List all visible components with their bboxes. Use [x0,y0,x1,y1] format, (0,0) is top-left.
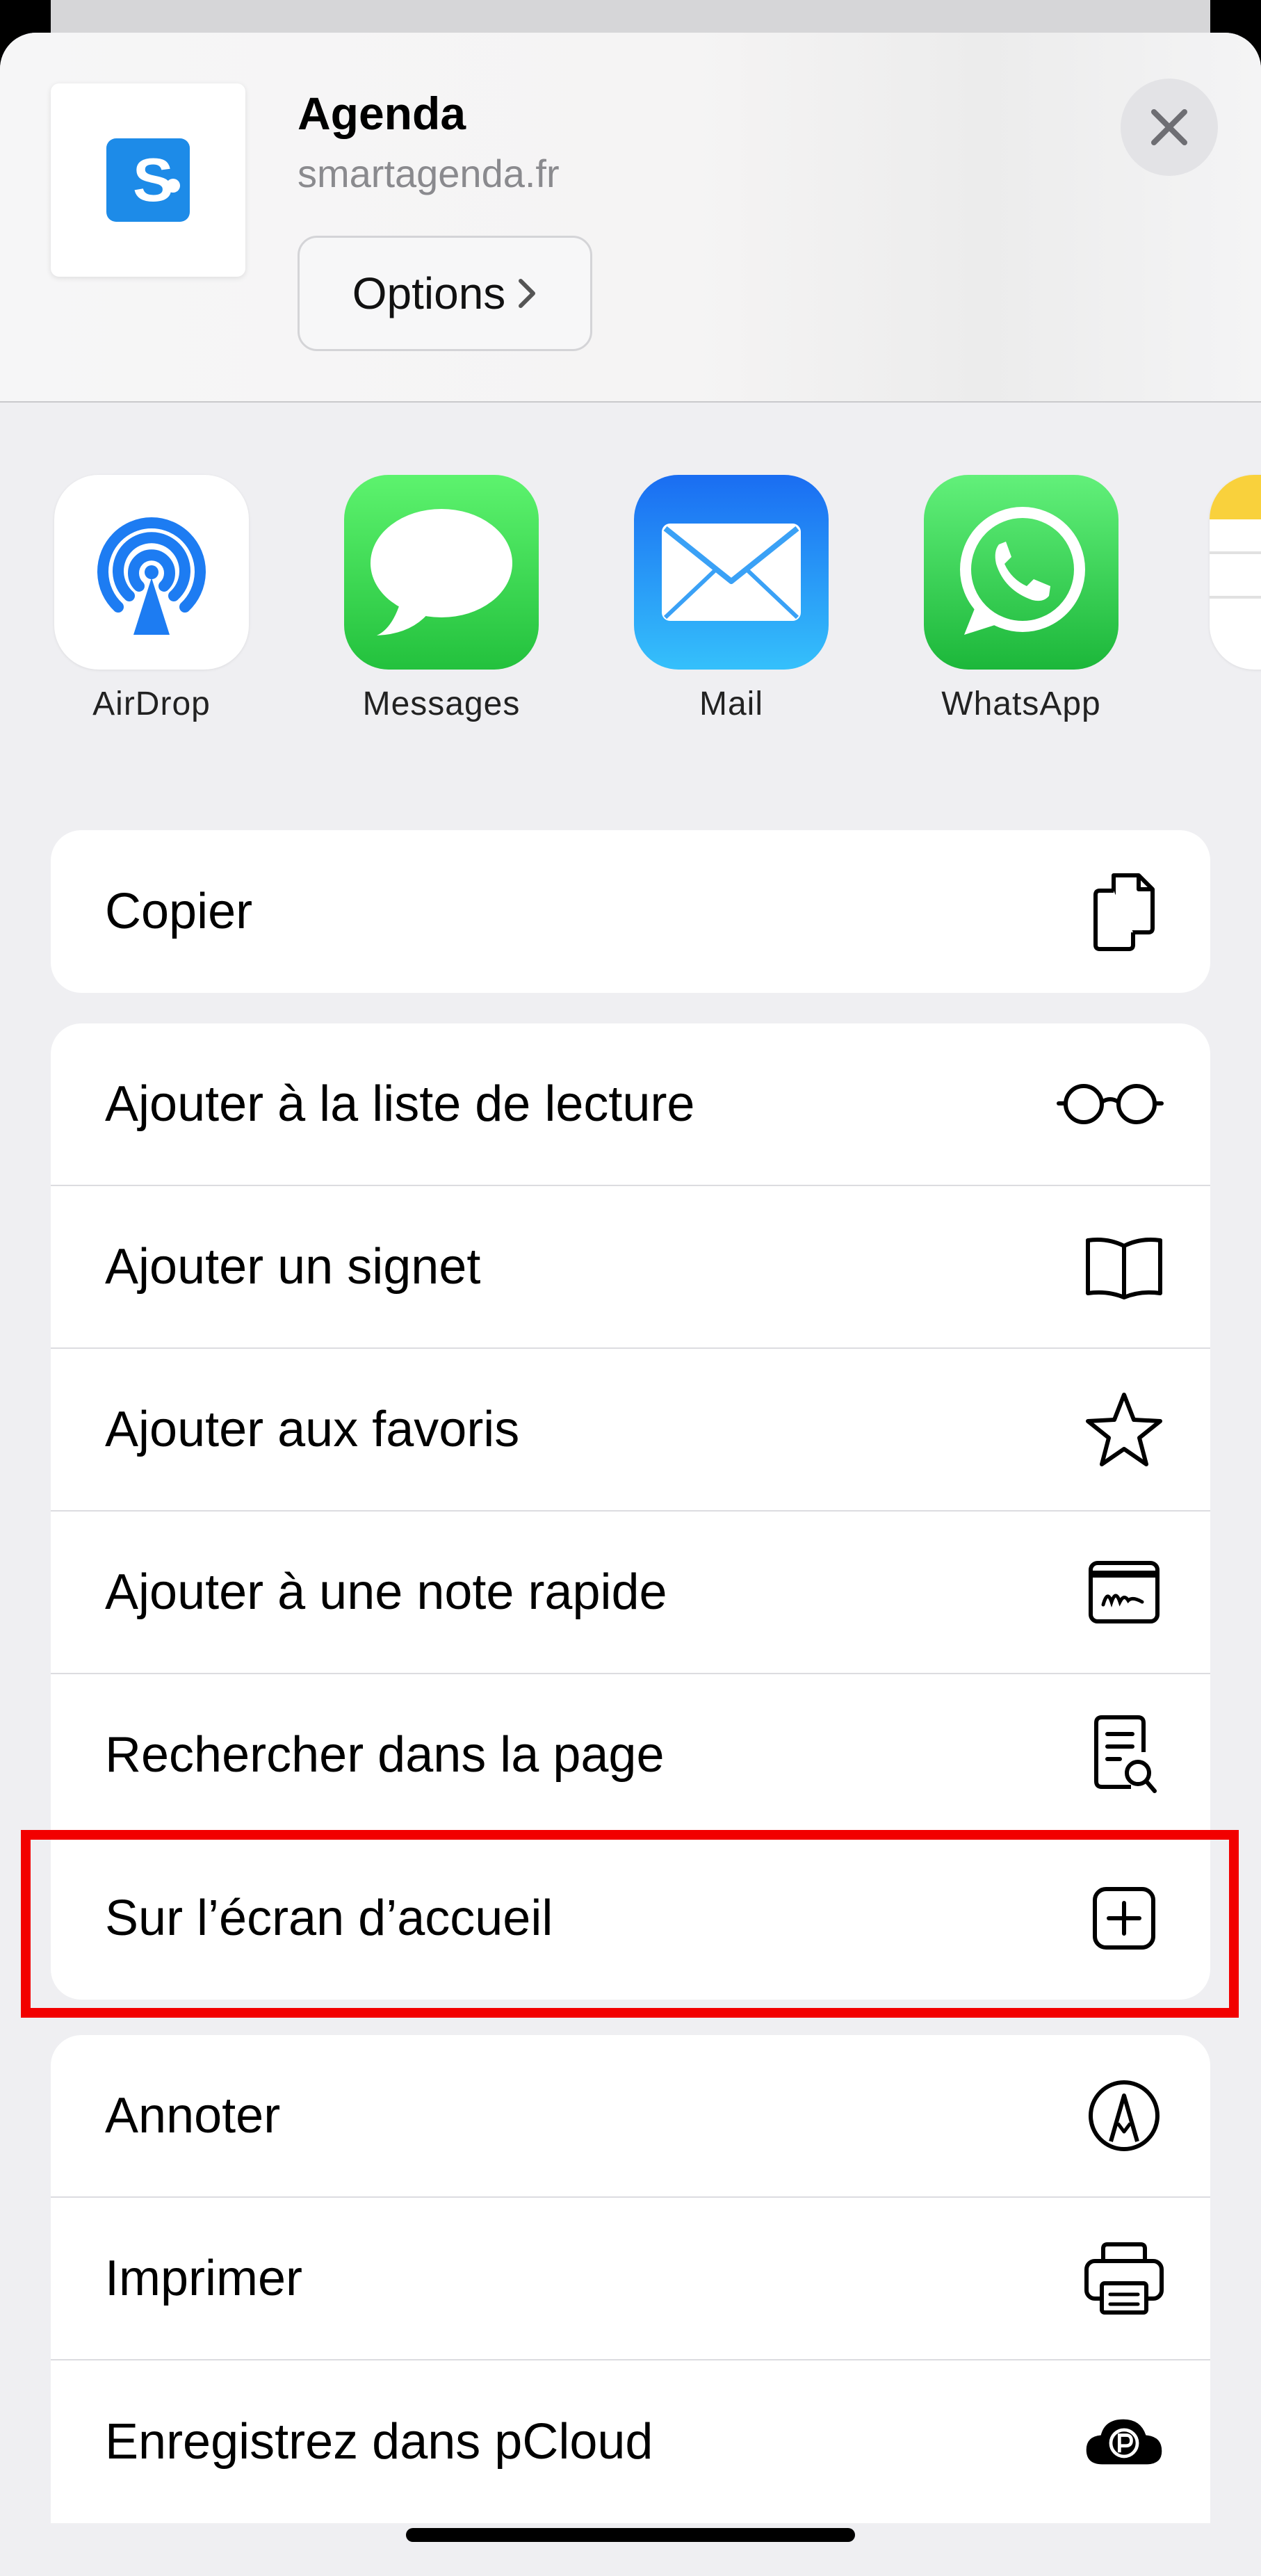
actions-group-other: Annoter Imprimer Enregistrez dans pCloud [51,2035,1210,2523]
add-square-icon [1082,1877,1166,1960]
share-target-airdrop[interactable]: AirDrop [54,475,249,723]
chevron-right-icon [519,279,536,308]
share-target-messages[interactable]: Messages [344,475,539,723]
share-target-whatsapp[interactable]: WhatsApp [924,475,1118,723]
quick-note-icon [1082,1550,1166,1634]
page-url: smartagenda.fr [298,152,560,195]
action-label: Ajouter à la liste de lecture [105,1076,695,1132]
actions-group-main: Ajouter à la liste de lecture Ajouter un… [51,1023,1210,2000]
action-label: Copier [105,884,253,939]
close-button[interactable] [1121,79,1218,176]
find-in-page-icon [1082,1713,1166,1797]
svg-text:S: S [133,145,174,214]
close-icon [1151,109,1187,145]
share-target-label: AirDrop [92,686,211,722]
action-label: Enregistrez dans pCloud [105,2414,653,2470]
action-label: Ajouter à une note rapide [105,1564,667,1620]
share-target-label: WhatsApp [941,686,1101,722]
page-title: Agenda [298,88,466,139]
action-label: Rechercher dans la page [105,1727,665,1783]
share-sheet-header: S Agenda smartagenda.fr Options [0,33,1261,403]
share-target-label: Messages [362,686,521,722]
action-save-pcloud[interactable]: Enregistrez dans pCloud [51,2360,1210,2523]
action-reading-list[interactable]: Ajouter à la liste de lecture [51,1023,1210,1186]
action-add-to-home-screen[interactable]: Sur l’écran d’accueil [51,1837,1210,2000]
action-label: Sur l’écran d’accueil [105,1890,553,1946]
options-button[interactable]: Options [298,236,592,351]
share-target-label: Mail [699,686,763,722]
actions-group-copy: Copier [51,830,1210,993]
smartagenda-logo-icon: S [51,83,245,277]
action-label: Ajouter aux favoris [105,1402,520,1457]
action-add-favorites[interactable]: Ajouter aux favoris [51,1349,1210,1512]
messages-icon [344,475,539,670]
glasses-icon [1055,1062,1166,1146]
copy-icon [1082,870,1166,953]
options-label: Options [352,268,506,318]
book-icon [1082,1225,1166,1309]
pcloud-icon [1082,2400,1166,2484]
star-icon [1082,1388,1166,1471]
home-indicator[interactable] [406,2528,855,2542]
action-print[interactable]: Imprimer [51,2198,1210,2360]
action-label: Imprimer [105,2251,302,2306]
markup-icon [1082,2074,1166,2157]
airdrop-icon [54,475,249,670]
printer-icon [1082,2237,1166,2320]
share-sheet: S Agenda smartagenda.fr Options AirDrop … [0,33,1261,2576]
action-label: Annoter [105,2088,281,2144]
mail-icon [634,475,829,670]
action-copy[interactable]: Copier [51,830,1210,993]
share-target-mail[interactable]: Mail [634,475,829,723]
action-quick-note[interactable]: Ajouter à une note rapide [51,1512,1210,1674]
notes-icon[interactable] [1210,475,1261,670]
action-markup[interactable]: Annoter [51,2035,1210,2198]
action-label: Ajouter un signet [105,1239,481,1295]
share-targets-row: AirDrop Messages Mail WhatsApp [0,475,1261,774]
action-add-bookmark[interactable]: Ajouter un signet [51,1186,1210,1349]
action-find-in-page[interactable]: Rechercher dans la page [51,1674,1210,1837]
whatsapp-icon [924,475,1118,670]
